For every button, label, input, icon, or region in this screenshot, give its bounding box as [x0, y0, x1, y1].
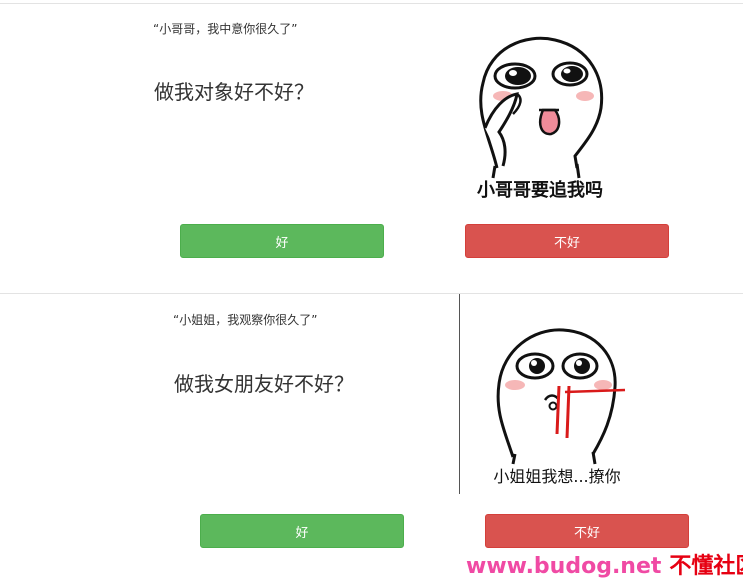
panel2-ok-button[interactable]: 好 — [200, 514, 404, 548]
vertical-divider — [459, 294, 460, 494]
panel2-quote: “小姐姐，我观察你很久了” — [173, 313, 318, 327]
panel2-question: 做我女朋友好不好？ — [174, 372, 354, 396]
site-watermark: www.budog.net 不懂社区 — [466, 548, 743, 580]
watermark-site-name: 不懂社区 — [669, 554, 743, 579]
panel1-ok-button[interactable]: 好 — [180, 224, 384, 258]
panel1-question: 做我对象好不好？ — [154, 80, 314, 104]
panel2-meme-caption: 小姐姐我想...撩你 — [493, 467, 620, 486]
panel1-meme-caption: 小哥哥要追我吗 — [477, 179, 603, 201]
meme-girl-sticker: 小姐姐我想...撩你 — [493, 328, 626, 486]
watermark-url: www.budog.net — [466, 554, 662, 579]
panel2-no-button[interactable]: 不好 — [485, 514, 689, 548]
top-divider — [0, 3, 743, 4]
meme-boy-sticker: 小哥哥要追我吗 — [477, 36, 604, 201]
section-divider — [0, 293, 743, 294]
panel1-quote: “小哥哥，我中意你很久了” — [153, 22, 298, 36]
page: “小哥哥，我中意你很久了” 做我对象好不好？ 小哥哥要追我吗 好 不好 “小姐姐… — [0, 0, 743, 584]
panel1-no-button[interactable]: 不好 — [465, 224, 669, 258]
